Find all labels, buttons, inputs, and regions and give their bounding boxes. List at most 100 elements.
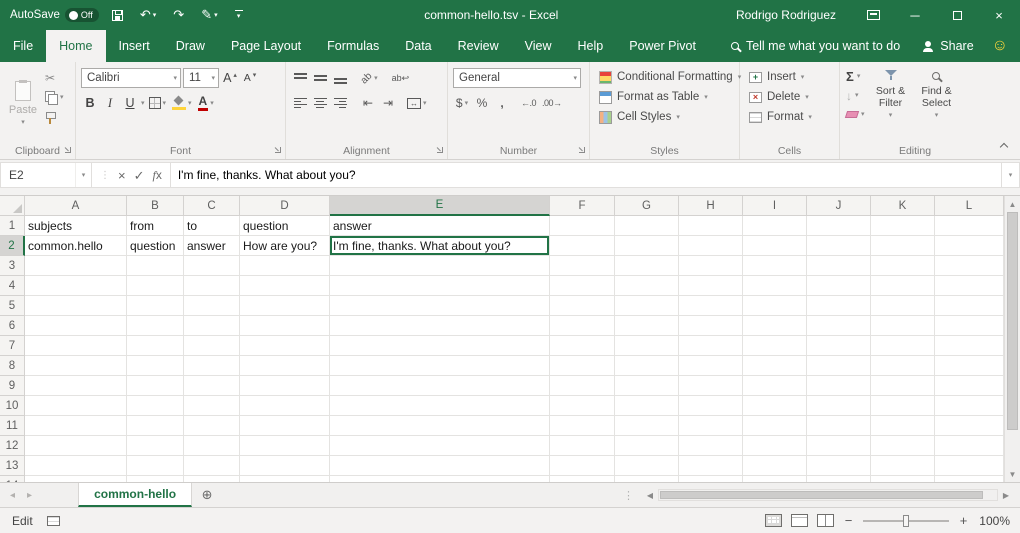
cell-I2[interactable] <box>743 236 807 256</box>
number-dialog-launcher[interactable] <box>578 146 586 154</box>
sheet-bar-resize-grip[interactable]: ⋮ <box>623 483 642 507</box>
insert-function-button[interactable]: fx <box>153 169 162 181</box>
cell-A7[interactable] <box>25 336 127 356</box>
increase-font-size-button[interactable]: A▴ <box>221 68 239 88</box>
column-header-G[interactable]: G <box>615 196 679 216</box>
cell-K8[interactable] <box>871 356 935 376</box>
scroll-up-button[interactable]: ▲ <box>1005 196 1020 212</box>
row-header-13[interactable]: 13 <box>0 456 25 476</box>
format-painter-button[interactable] <box>43 110 66 125</box>
find-select-button[interactable]: Find & Select ▾ <box>914 65 960 142</box>
format-cells-button[interactable]: Format▾ <box>743 107 836 127</box>
cell-K1[interactable] <box>871 216 935 236</box>
normal-view-button[interactable] <box>765 514 782 527</box>
cell-E7[interactable] <box>330 336 550 356</box>
merge-center-button[interactable]: ↔▾ <box>405 93 429 113</box>
column-header-H[interactable]: H <box>679 196 743 216</box>
save-button[interactable] <box>108 2 127 28</box>
cell-K7[interactable] <box>871 336 935 356</box>
cell-H7[interactable] <box>679 336 743 356</box>
orientation-button[interactable]: ab▾ <box>359 68 380 88</box>
cell-F4[interactable] <box>550 276 615 296</box>
cell-K5[interactable] <box>871 296 935 316</box>
cell-I8[interactable] <box>743 356 807 376</box>
cell-C10[interactable] <box>184 396 240 416</box>
collapse-ribbon-button[interactable] <box>997 141 1011 153</box>
cell-L10[interactable] <box>935 396 1004 416</box>
cell-E8[interactable] <box>330 356 550 376</box>
increase-decimal-button[interactable]: ←.0 <box>519 93 538 113</box>
cell-L9[interactable] <box>935 376 1004 396</box>
cell-I3[interactable] <box>743 256 807 276</box>
decrease-decimal-button[interactable]: .00→ <box>540 93 564 113</box>
cell-L3[interactable] <box>935 256 1004 276</box>
cell-L1[interactable] <box>935 216 1004 236</box>
cell-L6[interactable] <box>935 316 1004 336</box>
row-header-7[interactable]: 7 <box>0 336 25 356</box>
cell-E9[interactable] <box>330 376 550 396</box>
column-header-D[interactable]: D <box>240 196 330 216</box>
column-header-E[interactable]: E <box>330 196 550 216</box>
cell-L7[interactable] <box>935 336 1004 356</box>
name-box[interactable]: E2 ▾ <box>0 162 92 188</box>
autosum-button[interactable]: Σ▾ <box>843 68 868 85</box>
cell-I7[interactable] <box>743 336 807 356</box>
name-box-caret[interactable]: ▾ <box>75 163 91 187</box>
cell-C11[interactable] <box>184 416 240 436</box>
tab-view[interactable]: View <box>512 30 565 62</box>
cell-B10[interactable] <box>127 396 184 416</box>
cell-J3[interactable] <box>807 256 871 276</box>
cell-H11[interactable] <box>679 416 743 436</box>
cell-F8[interactable] <box>550 356 615 376</box>
cell-D1[interactable]: question <box>240 216 330 236</box>
font-color-button[interactable]: A▾ <box>196 93 216 113</box>
scroll-right-button[interactable]: ▶ <box>998 487 1014 503</box>
cell-G1[interactable] <box>615 216 679 236</box>
cell-G10[interactable] <box>615 396 679 416</box>
cell-A10[interactable] <box>25 396 127 416</box>
cell-G2[interactable] <box>615 236 679 256</box>
vertical-scroll-thumb[interactable] <box>1007 212 1018 430</box>
borders-button[interactable]: ▾ <box>147 93 169 113</box>
cell-A11[interactable] <box>25 416 127 436</box>
cell-C4[interactable] <box>184 276 240 296</box>
cell-E1[interactable]: answer <box>330 216 550 236</box>
tab-page-layout[interactable]: Page Layout <box>218 30 314 62</box>
cell-I12[interactable] <box>743 436 807 456</box>
cell-J9[interactable] <box>807 376 871 396</box>
align-right-button[interactable] <box>331 93 349 113</box>
tab-insert[interactable]: Insert <box>106 30 163 62</box>
alignment-dialog-launcher[interactable] <box>436 146 444 154</box>
cell-B5[interactable] <box>127 296 184 316</box>
row-header-3[interactable]: 3 <box>0 256 25 276</box>
cell-A9[interactable] <box>25 376 127 396</box>
scroll-left-button[interactable]: ◀ <box>642 487 658 503</box>
row-header-12[interactable]: 12 <box>0 436 25 456</box>
tab-formulas[interactable]: Formulas <box>314 30 392 62</box>
cell-H6[interactable] <box>679 316 743 336</box>
macro-record-icon[interactable] <box>47 516 60 526</box>
tab-help[interactable]: Help <box>565 30 617 62</box>
cell-B1[interactable]: from <box>127 216 184 236</box>
user-name[interactable]: Rodrigo Rodriguez <box>736 8 836 22</box>
vertical-scroll-track[interactable] <box>1005 212 1020 466</box>
cell-D8[interactable] <box>240 356 330 376</box>
select-all-corner[interactable] <box>0 196 25 216</box>
tab-draw[interactable]: Draw <box>163 30 218 62</box>
cell-E2[interactable]: I'm fine, thanks. What about you? <box>330 236 550 256</box>
cell-F3[interactable] <box>550 256 615 276</box>
cell-L8[interactable] <box>935 356 1004 376</box>
row-header-6[interactable]: 6 <box>0 316 25 336</box>
cell-L12[interactable] <box>935 436 1004 456</box>
cell-I4[interactable] <box>743 276 807 296</box>
cell-B9[interactable] <box>127 376 184 396</box>
number-format-combobox[interactable]: General▾ <box>453 68 581 88</box>
column-header-L[interactable]: L <box>935 196 1004 216</box>
cell-J5[interactable] <box>807 296 871 316</box>
cell-C3[interactable] <box>184 256 240 276</box>
bold-button[interactable]: B <box>81 93 99 113</box>
accounting-format-button[interactable]: $▾ <box>453 93 471 113</box>
cell-B6[interactable] <box>127 316 184 336</box>
cell-C5[interactable] <box>184 296 240 316</box>
cell-K2[interactable] <box>871 236 935 256</box>
